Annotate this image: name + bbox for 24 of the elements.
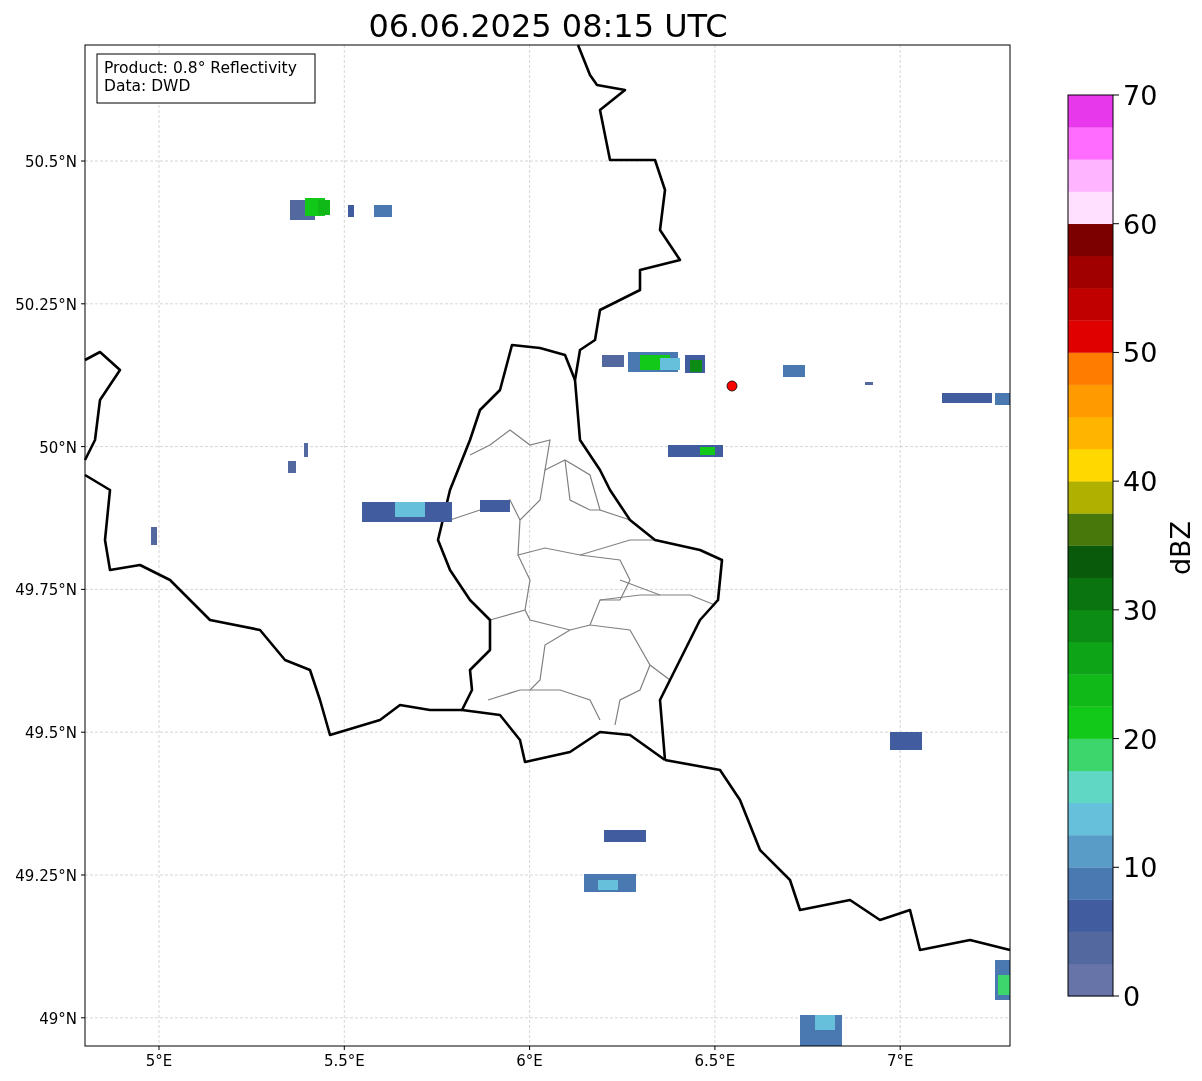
latitude-label: 50°N <box>39 438 77 457</box>
latitude-label: 50.5°N <box>24 153 77 171</box>
latitude-label: 49°N <box>39 1009 77 1028</box>
colorbar-tick-label: 70 <box>1123 80 1158 111</box>
info-text: Data: DWD <box>104 77 191 95</box>
latitude-label: 49.25°N <box>15 867 77 885</box>
colorbar-tick-label: 0 <box>1123 981 1141 1012</box>
longitude-label: 6.5°E <box>694 1052 736 1070</box>
longitude-label: 7°E <box>886 1052 914 1070</box>
info-text: Product: 0.8° Reflectivity <box>104 59 297 77</box>
longitude-label: 5.5°E <box>323 1052 365 1070</box>
latitude-label: 50.25°N <box>15 295 77 314</box>
longitude-label: 5°E <box>145 1052 173 1070</box>
latitude-label: 49.75°N <box>15 581 77 600</box>
colorbar-tick-label: 30 <box>1123 594 1158 626</box>
latitude-label: 49.5°N <box>24 724 77 743</box>
colorbar-tick-label: 40 <box>1123 466 1158 498</box>
colorbar-tick-label: 10 <box>1123 852 1158 884</box>
colorbar-label: dBZ <box>1165 520 1196 576</box>
chart-title: 06.06.2025 08:15 UTC <box>368 7 728 45</box>
colorbar-tick-label: 20 <box>1123 723 1158 755</box>
colorbar-tick-label: 50 <box>1123 337 1158 369</box>
longitude-label: 6°E <box>516 1052 543 1070</box>
colorbar-tick-label: 60 <box>1123 208 1158 240</box>
